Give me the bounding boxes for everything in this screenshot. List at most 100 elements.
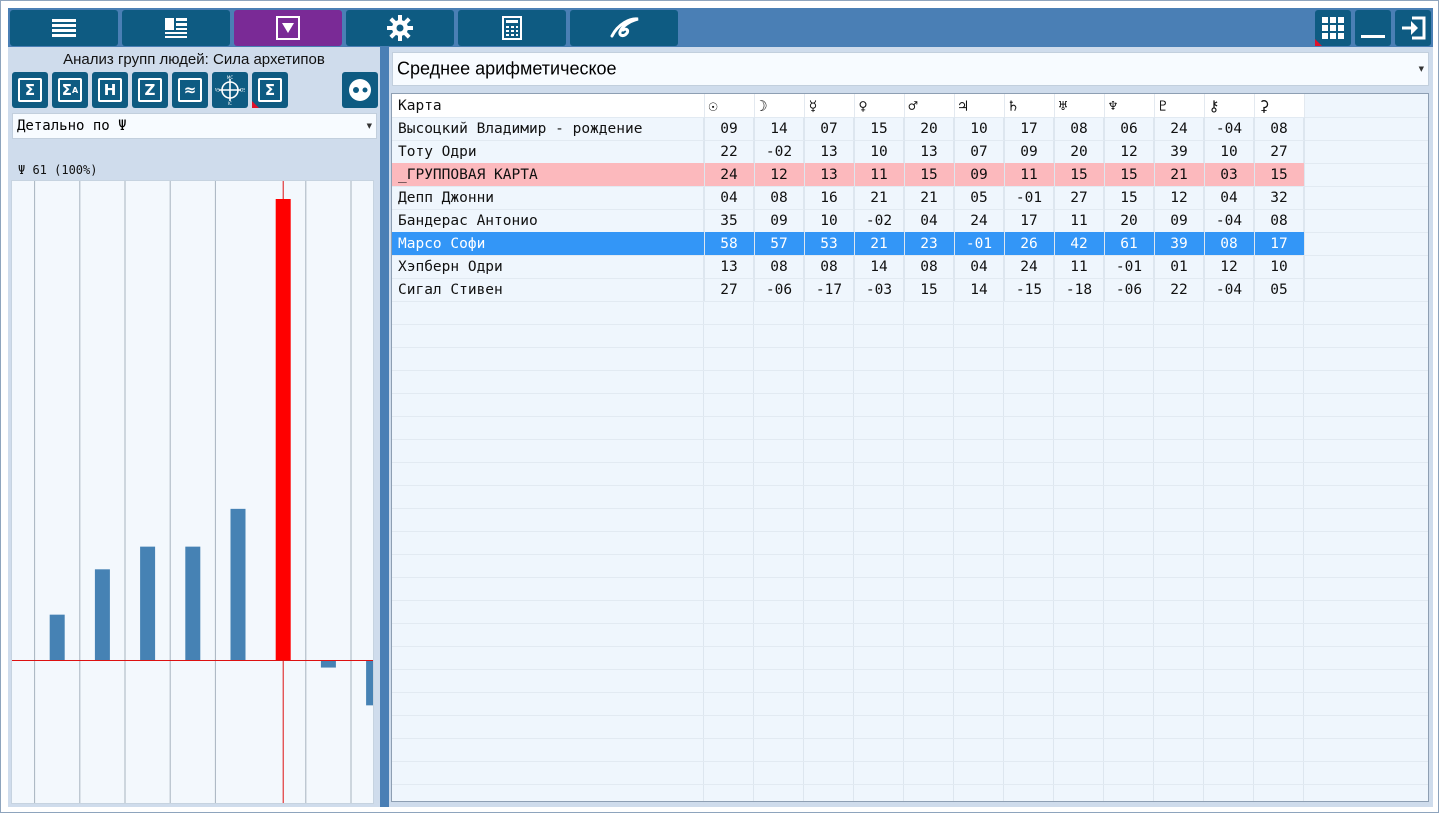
svg-text:MC: MC (227, 75, 233, 80)
table-cell-value: 08 (754, 255, 805, 278)
list-menu-button[interactable] (10, 10, 118, 46)
table-cell-value: -15 (1004, 278, 1055, 301)
table-cell-value: 01 (1154, 255, 1205, 278)
table-cell-value: 15 (1104, 186, 1155, 209)
column-header-moon[interactable]: ☽ (754, 94, 805, 117)
table-cell-value: 21 (904, 186, 955, 209)
table-cell-value: 53 (804, 232, 855, 255)
table-cell-value: 17 (1004, 117, 1055, 140)
table-cell-value: 61 (1104, 232, 1155, 255)
table-cell-value: 10 (854, 140, 905, 163)
column-header-neptune[interactable]: ♆ (1104, 94, 1155, 117)
table-row[interactable]: Тоту Одри 22 -02 13 10 13 07 09 20 12 39 10 27 (392, 140, 1305, 163)
table-cell-value: 09 (754, 209, 805, 232)
table-row[interactable]: Марсо Софи 58 57 53 21 23 -01 26 42 61 39 08 17 (392, 232, 1305, 255)
column-header-jupiter[interactable]: ♃ (954, 94, 1005, 117)
table-cell-value: 08 (1204, 232, 1255, 255)
table-cell-value: 10 (804, 209, 855, 232)
table-cell-value: 42 (1054, 232, 1105, 255)
table-cell-value: 32 (1254, 186, 1305, 209)
table-cell-value: 08 (754, 186, 805, 209)
column-header-ceres[interactable]: ⚳ (1254, 94, 1305, 117)
column-header-pluto[interactable]: ♇ (1154, 94, 1205, 117)
table-cell-value: -01 (954, 232, 1005, 255)
table-row[interactable]: Хэпберн Одри 13 08 08 14 08 04 24 11 -01 01 12 10 (392, 255, 1305, 278)
grid-button[interactable] (1315, 10, 1351, 46)
column-header-sun[interactable]: ☉ (704, 94, 755, 117)
h-button[interactable]: H (92, 72, 128, 108)
table-cell-value: 20 (1054, 140, 1105, 163)
chart-bar-highlight[interactable] (275, 199, 291, 660)
table-cell-value: 10 (1254, 255, 1305, 278)
table-row[interactable]: Депп Джонни 04 08 16 21 21 05 -01 27 15 12 04 32 (392, 186, 1305, 209)
table-cell-value: 15 (1254, 163, 1305, 186)
wave-button[interactable]: ≈ (172, 72, 208, 108)
crosshair-icon: MC IC AS DS (215, 75, 245, 105)
data-table: Карта ☉ ☽ ☿ ♀ ♂ ♃ ♄ ♅ ♆ ♇ ⚷ ⚳ Высоцкий В… (392, 94, 1305, 301)
bar-chart-svg (12, 181, 382, 803)
exit-button[interactable] (1395, 10, 1431, 46)
chart-bar[interactable] (320, 660, 336, 668)
minimize-icon (1361, 35, 1385, 38)
aggregation-select-value: Среднее арифметическое (397, 58, 617, 79)
column-header-chiron[interactable]: ⚷ (1204, 94, 1255, 117)
table-cell-value: 39 (1154, 232, 1205, 255)
table-cell-value: 05 (1254, 278, 1305, 301)
table-cell-value: 57 (754, 232, 805, 255)
panel-splitter[interactable] (380, 47, 389, 807)
crosshair-button[interactable]: MC IC AS DS (212, 72, 248, 108)
z-button[interactable]: Z (132, 72, 168, 108)
table-cell-value: 27 (704, 278, 755, 301)
table-cell-value: 04 (954, 255, 1005, 278)
table-cell-value: 21 (854, 186, 905, 209)
sum-page-button[interactable]: Σ (252, 72, 288, 108)
table-cell-name: Тоту Одри (392, 140, 705, 163)
table-row[interactable]: Сигал Стивен 27 -06 -17 -03 15 14 -15 -18 -06 22 -0… (392, 278, 1305, 301)
table-cell-value: 22 (1154, 278, 1205, 301)
column-header-venus[interactable]: ♀ (854, 94, 905, 117)
filter-button[interactable] (234, 10, 342, 46)
chart-bar[interactable] (94, 569, 110, 660)
table-row[interactable]: _ГРУППОВАЯ КАРТА 24 12 13 11 15 09 11 15 15 21 03 15 (392, 163, 1305, 186)
table-cell-value: -02 (854, 209, 905, 232)
table-cell-value: 24 (1004, 255, 1055, 278)
corner-marker (252, 101, 259, 108)
sigma-a-icon: ΣA (58, 78, 82, 102)
sum-button[interactable]: Σ (12, 72, 48, 108)
toggle-view-button[interactable] (342, 72, 378, 108)
table-cell-value: 07 (954, 140, 1005, 163)
chart-bar[interactable] (230, 508, 246, 660)
table-cell-value: 14 (954, 278, 1005, 301)
table-cell-value: 07 (804, 117, 855, 140)
table-cell-value: -03 (854, 278, 905, 301)
table-cell-value: 11 (1054, 255, 1105, 278)
aggregation-select[interactable]: Среднее арифметическое ▼ (392, 52, 1429, 86)
table-cell-value: 09 (954, 163, 1005, 186)
minimize-button[interactable] (1355, 10, 1391, 46)
column-header-uranus[interactable]: ♅ (1054, 94, 1105, 117)
chart-bar[interactable] (185, 546, 201, 660)
table-cell-value: 58 (704, 232, 755, 255)
chart-bar[interactable] (140, 546, 156, 660)
column-header-name[interactable]: Карта (392, 94, 705, 117)
column-header-mercury[interactable]: ☿ (804, 94, 855, 117)
table-cell-value: -04 (1204, 278, 1255, 301)
table-cell-value: 03 (1204, 163, 1255, 186)
calculator-button[interactable] (458, 10, 566, 46)
chart-bar[interactable] (366, 660, 382, 706)
chart-bar[interactable] (49, 614, 65, 660)
layout-button[interactable] (122, 10, 230, 46)
table-cell-value: 09 (1154, 209, 1205, 232)
h-icon: H (98, 78, 122, 102)
exit-icon (1402, 16, 1426, 40)
settings-button[interactable] (346, 10, 454, 46)
table-cell-value: 04 (704, 186, 755, 209)
logo-button[interactable] (570, 10, 678, 46)
table-row[interactable]: Высоцкий Владимир - рождение 09 14 07 15 20 10… (392, 117, 1305, 140)
column-header-mars[interactable]: ♂ (904, 94, 955, 117)
table-row[interactable]: Бандерас Антонио 35 09 10 -02 04 24 17 11 20 09 -04… (392, 209, 1305, 232)
sum-a-button[interactable]: ΣA (52, 72, 88, 108)
svg-text:IC: IC (228, 101, 232, 105)
column-header-saturn[interactable]: ♄ (1004, 94, 1055, 117)
detail-select[interactable]: Детально по Ψ ▼ (12, 113, 377, 139)
